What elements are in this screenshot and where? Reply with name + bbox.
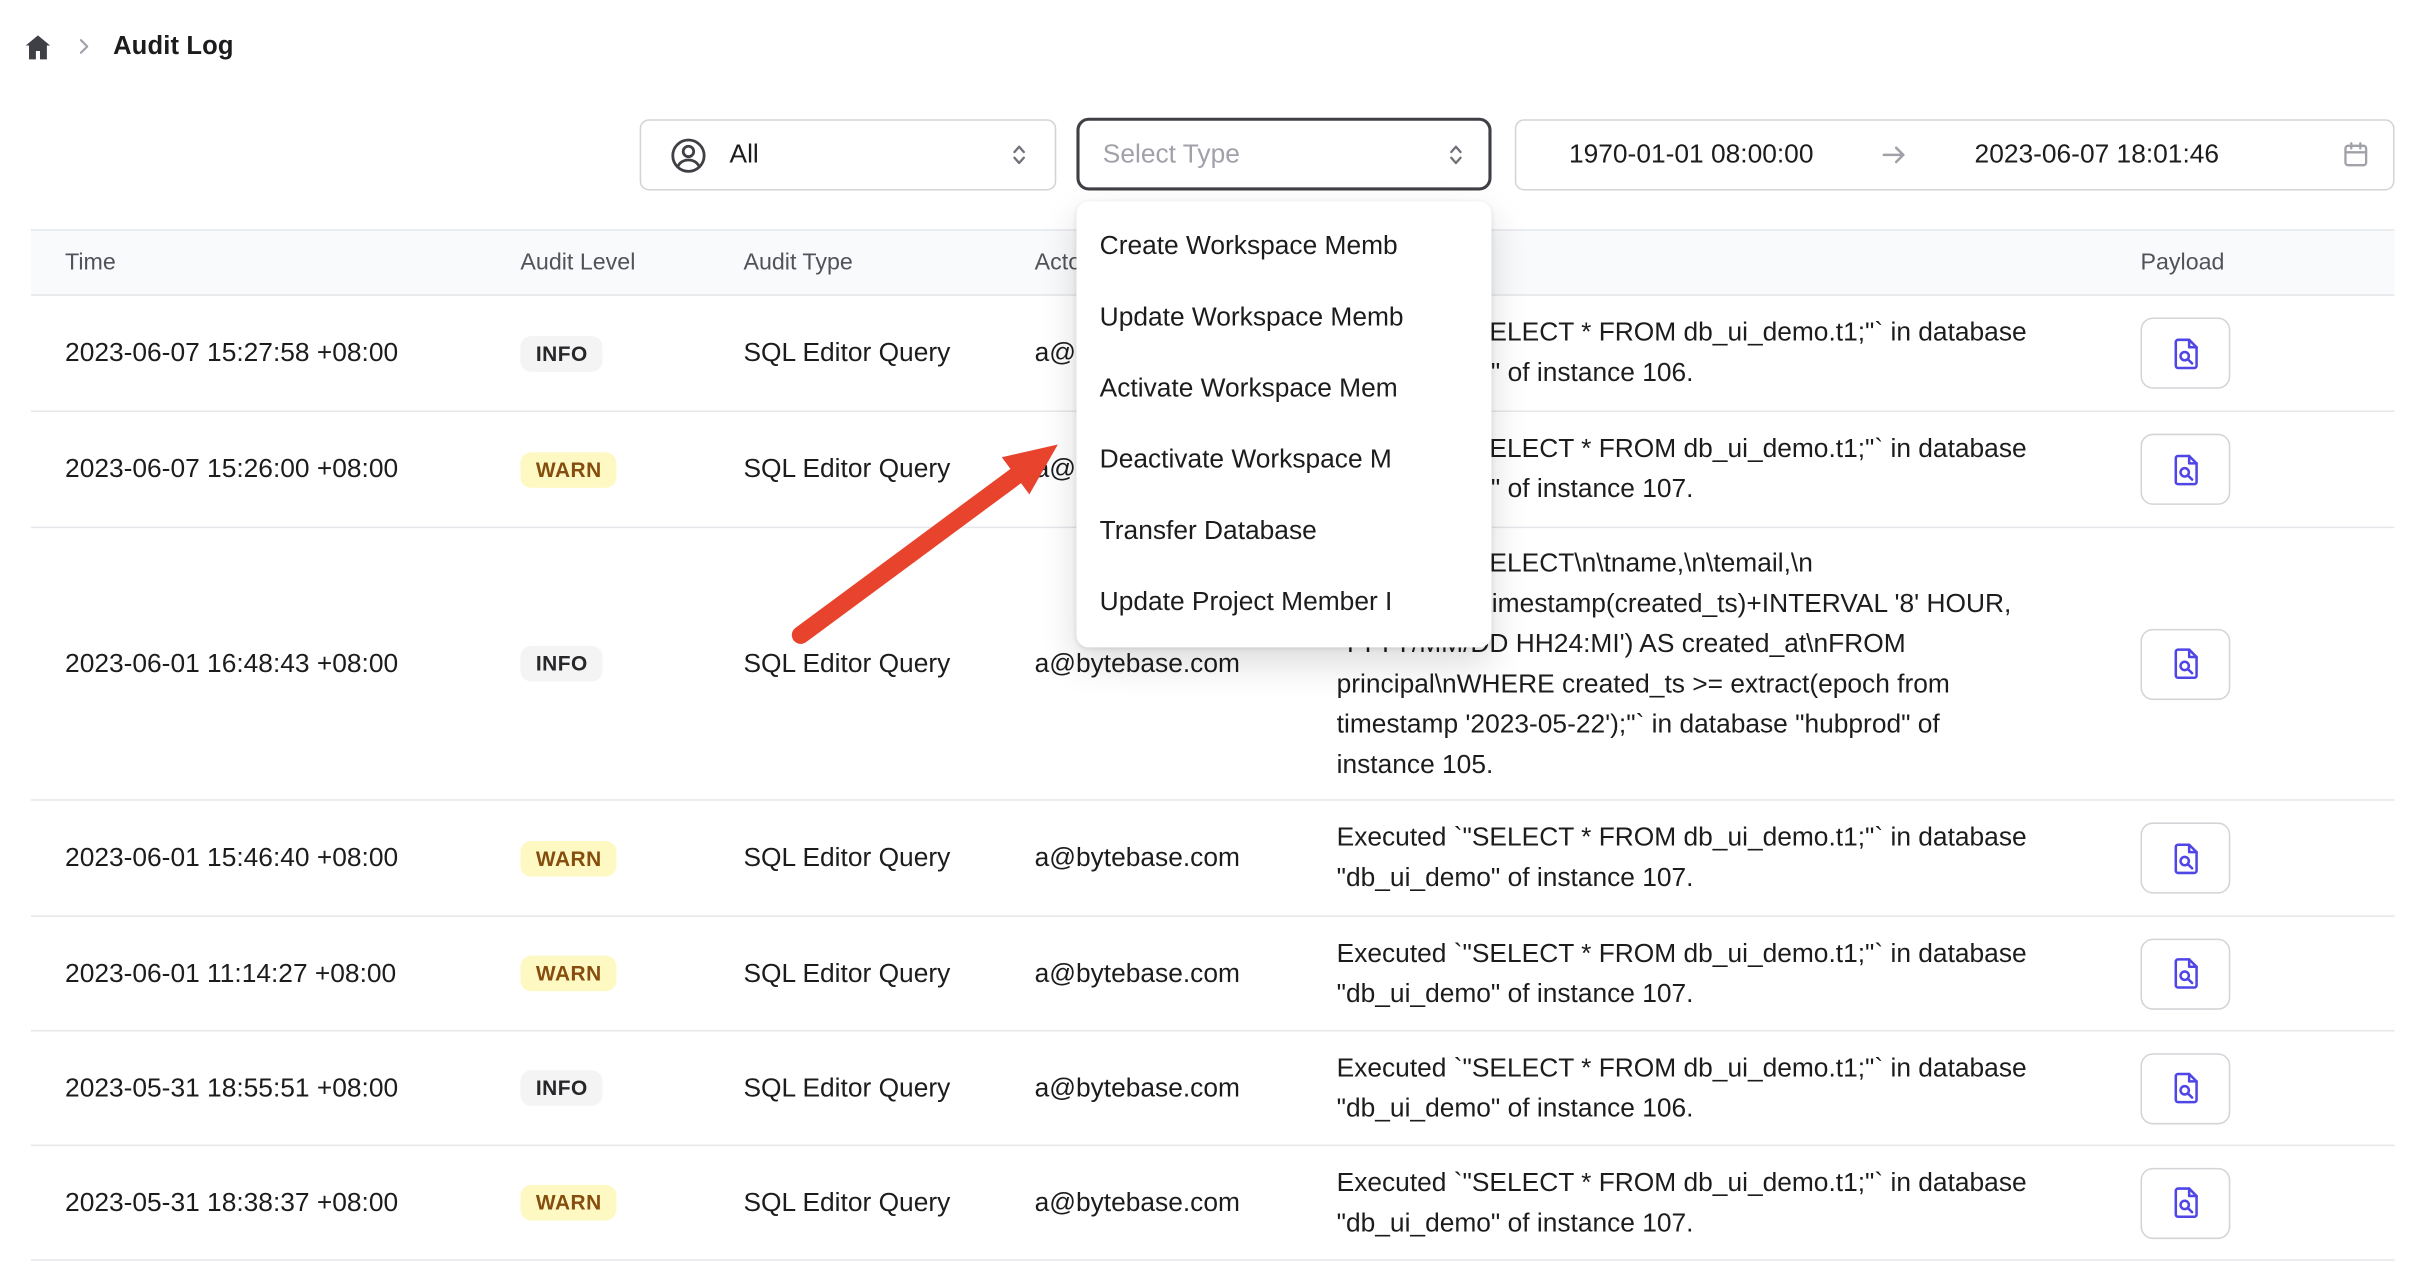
- page-title: Audit Log: [113, 32, 234, 61]
- audit-level-badge: INFO: [520, 646, 603, 682]
- menu-item-create-workspace-membership[interactable]: Create Workspace Memb: [1076, 211, 1491, 282]
- table-row: 2023-06-01 11:14:27 +08:00 WARN SQL Edit…: [31, 917, 2395, 1032]
- menu-item-update-project-member[interactable]: Update Project Member I: [1076, 567, 1491, 638]
- table-row: 2023-06-01 15:46:40 +08:00 WARN SQL Edit…: [31, 801, 2395, 917]
- comment-line: "db_ui_demo" of instance 107.: [1337, 973, 2115, 1013]
- audit-level-badge: INFO: [520, 1070, 603, 1106]
- view-payload-button[interactable]: [2140, 318, 2230, 389]
- comment-line: principal\nWHERE created_ts >= extract(e…: [1337, 664, 2115, 704]
- cell-actor: a@bytebase.com: [1035, 1187, 1337, 1218]
- comment-line: Executed `"SELECT * FROM db_ui_demo.t1;"…: [1337, 818, 2115, 858]
- breadcrumb-chevron-icon: [73, 36, 95, 58]
- cell-audit-type: SQL Editor Query: [743, 843, 1034, 874]
- cell-audit-type: SQL Editor Query: [743, 1187, 1034, 1218]
- comment-line: "db_ui_demo" of instance 107.: [1337, 1203, 2115, 1243]
- menu-item-update-workspace-membership[interactable]: Update Workspace Memb: [1076, 282, 1491, 353]
- audit-level-badge: WARN: [520, 451, 617, 487]
- file-search-icon: [2168, 1070, 2204, 1106]
- cell-actor: a@bytebase.com: [1035, 648, 1337, 679]
- comment-line: instance 105.: [1337, 744, 2115, 784]
- view-payload-button[interactable]: [2140, 938, 2230, 1009]
- date-range-start: 1970-01-01 08:00:00: [1569, 139, 1813, 170]
- cell-comment: Executed `"SELECT * FROM db_ui_demo.t1;"…: [1337, 1048, 2115, 1129]
- audit-type-dropdown-menu: Create Workspace Memb Update Workspace M…: [1076, 201, 1491, 647]
- cell-time: 2023-06-01 11:14:27 +08:00: [31, 958, 520, 989]
- file-search-icon: [2168, 956, 2204, 992]
- comment-line: "db_ui_demo" of instance 107.: [1337, 858, 2115, 898]
- cell-comment: Executed `"SELECT * FROM db_ui_demo.t1;"…: [1337, 818, 2115, 899]
- cell-audit-type: SQL Editor Query: [743, 338, 1034, 369]
- view-payload-button[interactable]: [2140, 1052, 2230, 1123]
- menu-item-deactivate-workspace-member[interactable]: Deactivate Workspace M: [1076, 424, 1491, 495]
- cell-time: 2023-05-31 18:38:37 +08:00: [31, 1187, 520, 1218]
- file-search-icon: [2168, 451, 2204, 487]
- comment-line: "db_ui_demo" of instance 106.: [1337, 1088, 2115, 1128]
- header-type: Audit Type: [743, 249, 1034, 275]
- cell-time: 2023-06-01 15:46:40 +08:00: [31, 843, 520, 874]
- table-row: 2023-05-31 18:55:51 +08:00 INFO SQL Edit…: [31, 1032, 2395, 1147]
- menu-item-transfer-database[interactable]: Transfer Database: [1076, 496, 1491, 567]
- actor-scope-select[interactable]: All: [640, 119, 1057, 190]
- file-search-icon: [2168, 646, 2204, 682]
- date-range-picker[interactable]: 1970-01-01 08:00:00 2023-06-07 18:01:46: [1515, 119, 2395, 190]
- header-time: Time: [31, 249, 520, 275]
- comment-line: Executed `"SELECT * FROM db_ui_demo.t1;"…: [1337, 1162, 2115, 1202]
- home-icon[interactable]: [22, 30, 55, 63]
- cell-audit-type: SQL Editor Query: [743, 648, 1034, 679]
- cell-actor: a@bytebase.com: [1035, 843, 1337, 874]
- view-payload-button[interactable]: [2140, 434, 2230, 505]
- audit-level-badge: WARN: [520, 1185, 617, 1221]
- audit-level-badge: INFO: [520, 335, 603, 371]
- audit-type-select[interactable]: Select Type: [1076, 118, 1491, 191]
- cell-comment: Executed `"SELECT * FROM db_ui_demo.t1;"…: [1337, 1162, 2115, 1243]
- calendar-icon: [2340, 139, 2371, 170]
- view-payload-button[interactable]: [2140, 822, 2230, 893]
- chevron-updown-icon: [1442, 140, 1470, 168]
- arrow-right-icon: [1879, 139, 1910, 170]
- file-search-icon: [2168, 840, 2204, 876]
- scope-select-value: All: [730, 139, 986, 170]
- cell-time: 2023-06-01 16:48:43 +08:00: [31, 648, 520, 679]
- cell-audit-type: SQL Editor Query: [743, 1073, 1034, 1104]
- header-level: Audit Level: [520, 249, 743, 275]
- cell-comment: Executed `"SELECT * FROM db_ui_demo.t1;"…: [1337, 933, 2115, 1014]
- table-row: 2023-05-31 18:38:37 +08:00 WARN SQL Edit…: [31, 1146, 2395, 1261]
- date-range-end: 2023-06-07 18:01:46: [1975, 139, 2219, 170]
- audit-level-badge: WARN: [520, 956, 617, 992]
- view-payload-button[interactable]: [2140, 1167, 2230, 1238]
- comment-line: Executed `"SELECT * FROM db_ui_demo.t1;"…: [1337, 933, 2115, 973]
- audit-log-page: Audit Log All Select Type 1970-01-01 08:…: [0, 0, 2410, 1268]
- cell-time: 2023-06-07 15:26:00 +08:00: [31, 454, 520, 485]
- comment-line: timestamp '2023-05-22');"` in database "…: [1337, 704, 2115, 744]
- audit-level-badge: WARN: [520, 840, 617, 876]
- file-search-icon: [2168, 1185, 2204, 1221]
- view-payload-button[interactable]: [2140, 628, 2230, 699]
- cell-actor: a@bytebase.com: [1035, 1073, 1337, 1104]
- cell-audit-type: SQL Editor Query: [743, 454, 1034, 485]
- type-select-placeholder: Select Type: [1103, 139, 1442, 170]
- chevron-updown-icon: [1005, 141, 1033, 169]
- breadcrumb: Audit Log: [0, 0, 234, 93]
- cell-time: 2023-05-31 18:55:51 +08:00: [31, 1073, 520, 1104]
- cell-time: 2023-06-07 15:27:58 +08:00: [31, 338, 520, 369]
- cell-actor: a@bytebase.com: [1035, 958, 1337, 989]
- header-payload: Payload: [2114, 249, 2394, 275]
- comment-line: Executed `"SELECT * FROM db_ui_demo.t1;"…: [1337, 1048, 2115, 1088]
- menu-item-activate-workspace-member[interactable]: Activate Workspace Mem: [1076, 353, 1491, 424]
- file-search-icon: [2168, 335, 2204, 371]
- user-circle-icon: [668, 134, 710, 176]
- cell-audit-type: SQL Editor Query: [743, 958, 1034, 989]
